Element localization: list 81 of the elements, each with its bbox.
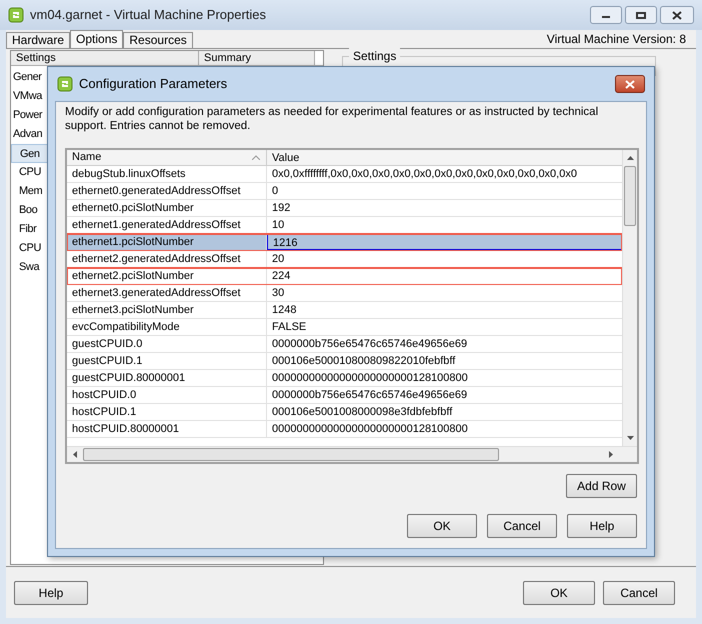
table-cell-text: 0x0,0xffffffff,0x0,0x0,0x0,0x0,0x0,0x0,0x0,0x0,0x0,0x0,0x0,0x0 [271,167,578,182]
table-cell: evcCompatibilityMode [67,319,267,335]
table-cell: hostCPUID.1 [67,404,267,420]
scroll-down-icon[interactable] [626,436,634,440]
table-cell-text: 10 [271,218,286,233]
table-row[interactable]: ethernet3.generatedAddressOffset 30 [67,285,622,302]
table-cell: ethernet0.pciSlotNumber [67,200,267,216]
column-header[interactable]: Value [267,150,622,165]
table-row[interactable]: ethernet3.pciSlotNumber 1248 [67,302,622,319]
table-row[interactable]: ethernet0.generatedAddressOffset 0 [67,183,622,200]
table-row[interactable]: ethernet0.pciSlotNumber 192 [67,200,622,217]
footer-button[interactable]: OK [523,580,595,604]
scrollbar-thumb[interactable] [624,166,636,226]
scrollbar-thumb[interactable] [83,448,499,461]
scroll-right-icon[interactable] [609,451,613,458]
table-cell: 1216 [267,234,622,250]
table-row[interactable]: guestCPUID.0 0000000b756e65476c65746e49656e69 [67,336,622,353]
table-cell: ethernet2.pciSlotNumber [67,268,267,284]
table-row[interactable]: debugStub.linuxOffsets 0x0,0xffffffff,0x0,0x0,0x0,0x0,0x0,0x0,0x0,0x0,0x0,0x0,0x0,0x0 [67,166,622,183]
column-header: Settings [11,51,199,65]
table-cell-text: 1248 [271,303,298,318]
maximize-button[interactable] [625,6,657,24]
table-cell: ethernet3.pciSlotNumber [67,302,267,318]
table-cell-text: 20 [271,252,286,267]
table-cell-text: 00000000000000000000000128100800 [271,422,469,437]
close-button[interactable] [660,6,694,24]
close-button[interactable] [615,75,645,93]
window-title: vm04.garnet - Virtual Machine Properties [30,6,266,24]
table-cell: debugStub.linuxOffsets [67,166,267,182]
table-cell: guestCPUID.1 [67,353,267,369]
table-row[interactable]: ethernet1.pciSlotNumber 1216 [67,234,622,251]
table-cell: hostCPUID.80000001 [67,421,267,437]
tab[interactable]: Hardware [6,32,70,48]
table-cell: hostCPUID.0 [67,387,267,403]
column-header: Summary [199,51,315,65]
table-row[interactable]: guestCPUID.80000001 00000000000000000000000128100800 [67,370,622,387]
close-icon [672,10,682,20]
dialog-title: Configuration Parameters [79,75,228,94]
table-cell-text: 0000000b756e65476c65746e49656e69 [271,388,468,403]
app-logo-icon [8,7,24,23]
table-row[interactable]: evcCompatibilityMode FALSE [67,319,622,336]
tab[interactable]: Resources [123,32,193,48]
scroll-up-icon[interactable] [626,156,634,160]
group-title: Settings [349,47,400,65]
table-row[interactable]: hostCPUID.0 0000000b756e65476c65746e49656e69 [67,387,622,404]
column-header[interactable]: Name [67,150,267,165]
table-cell: ethernet0.generatedAddressOffset [67,183,267,199]
minimize-button[interactable] [590,6,622,24]
table-row[interactable]: hostCPUID.80000001 00000000000000000000000128100800 [67,421,622,438]
table-cell-text: 00000000000000000000000128100800 [271,371,469,386]
dialog-button[interactable]: Help [567,514,637,538]
table-cell-text: 0000000b756e65476c65746e49656e69 [271,337,468,352]
dialog-button[interactable]: Cancel [487,514,557,538]
table-row[interactable]: ethernet1.generatedAddressOffset 10 [67,217,622,234]
dialog-description: Modify or add configuration parameters as needed for experimental features or as instructed by technical support. Entries cannot be removed. [65,105,600,133]
table-cell: guestCPUID.0 [67,336,267,352]
table-row[interactable]: ethernet2.pciSlotNumber 224 [67,268,622,285]
help-button[interactable]: Help [14,580,88,604]
horizontal-scrollbar[interactable] [67,446,637,462]
tab[interactable]: Options [70,30,124,48]
add-row-button[interactable]: Add Row [566,474,637,498]
table-cell: guestCPUID.80000001 [67,370,267,386]
vertical-scrollbar[interactable] [622,150,637,446]
table-row[interactable]: ethernet2.generatedAddressOffset 20 [67,251,622,268]
table-row[interactable]: hostCPUID.1 000106e5001008000098e3fdbfebfbff [67,404,622,421]
table-cell-text: 0 [271,184,280,199]
table-cell: ethernet1.pciSlotNumber [67,234,267,250]
table-cell-text: 30 [271,286,286,301]
table-cell-text: 000106e500010800809822010febfbff [271,354,456,369]
table-cell-text: FALSE [271,320,308,335]
table-cell-text: 192 [271,201,292,216]
table-cell-text: 000106e5001008000098e3fdbfebfbff [271,405,454,420]
table-cell: ethernet3.generatedAddressOffset [67,285,267,301]
table-cell-text: 224 [271,269,292,284]
version-label: Virtual Machine Version: 8 [546,31,686,48]
dialog-button[interactable]: OK [407,514,477,538]
close-icon [625,80,635,88]
footer-button[interactable]: Cancel [603,580,675,604]
app-logo-icon [57,76,73,92]
table-row[interactable]: guestCPUID.1 000106e500010800809822010febfbff [67,353,622,370]
scroll-left-icon[interactable] [73,451,77,458]
